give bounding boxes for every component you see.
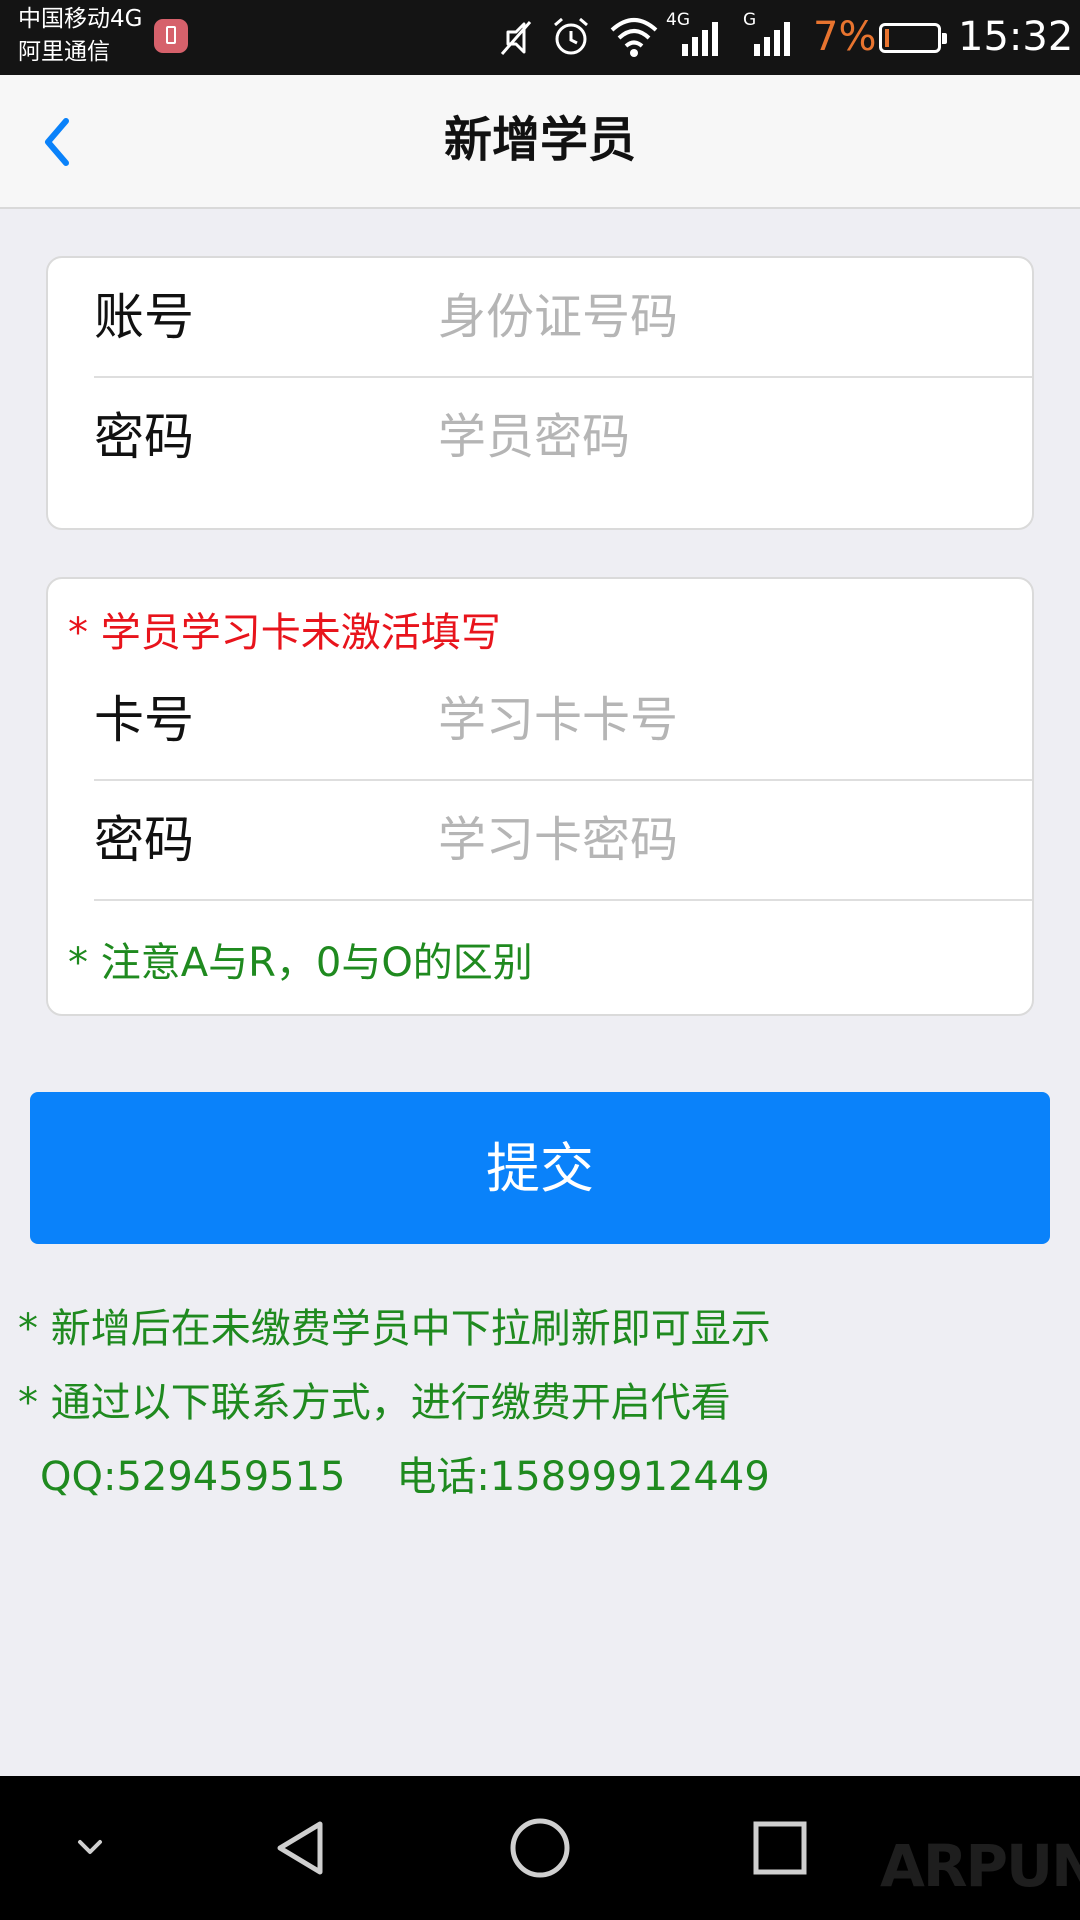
carrier-info: 中国移动4G 阿里通信 <box>18 3 142 69</box>
wifi-icon <box>610 18 658 57</box>
screen: 中国移动4G 阿里通信 4G G 7% 15:32 新增学员 账号 身份证号码 … <box>0 0 1080 1920</box>
card-password-label: 密码 <box>94 811 194 869</box>
back-triangle-icon[interactable] <box>270 1776 330 1920</box>
account-card: 账号 密码 <box>46 256 1034 530</box>
account-input[interactable] <box>438 258 988 376</box>
chevron-down-icon[interactable] <box>70 1776 110 1920</box>
alarm-icon <box>554 17 588 55</box>
card-password-row: 密码 <box>94 781 1032 901</box>
battery-fill <box>885 29 889 47</box>
status-bar: 中国移动4G 阿里通信 4G G 7% 15:32 <box>0 0 1080 75</box>
carrier-line-2: 阿里通信 <box>18 39 110 65</box>
password-label: 密码 <box>94 408 194 466</box>
signal-icon <box>682 22 718 56</box>
study-card: * 学员学习卡未激活填写 卡号 密码 * 注意A与R，0与O的区别 <box>46 577 1034 1016</box>
activation-hint: * 学员学习卡未激活填写 <box>68 610 501 656</box>
recents-square-icon[interactable] <box>752 1776 808 1920</box>
password-input[interactable] <box>438 378 988 496</box>
card-number-row: 卡号 <box>94 661 1032 781</box>
battery-icon <box>879 23 947 53</box>
submit-button[interactable]: 提交 <box>30 1092 1050 1244</box>
card-number-input[interactable] <box>438 661 988 779</box>
nav-bar: 新增学员 <box>0 75 1080 209</box>
character-note: * 注意A与R，0与O的区别 <box>68 940 533 986</box>
status-time: 15:32 <box>958 14 1074 60</box>
page-title: 新增学员 <box>443 112 636 168</box>
card-password-input[interactable] <box>438 781 988 899</box>
home-circle-icon[interactable] <box>508 1776 572 1920</box>
account-label: 账号 <box>94 288 194 346</box>
note-refresh: * 新增后在未缴费学员中下拉刷新即可显示 <box>18 1306 771 1352</box>
carrier-line-1: 中国移动4G <box>18 6 143 32</box>
signal-icon <box>754 22 790 56</box>
mute-icon <box>500 21 532 55</box>
notification-icon <box>154 19 188 53</box>
contact-info: QQ:529459515 电话:15899912449 <box>40 1454 770 1500</box>
account-row: 账号 <box>94 258 1032 378</box>
battery-percent: 7% <box>813 14 877 60</box>
watermark-logo: ARPUN <box>880 1832 1080 1900</box>
password-row: 密码 <box>94 378 1032 496</box>
note-contact: * 通过以下联系方式，进行缴费开启代看 <box>18 1380 731 1426</box>
card-number-label: 卡号 <box>94 691 194 749</box>
